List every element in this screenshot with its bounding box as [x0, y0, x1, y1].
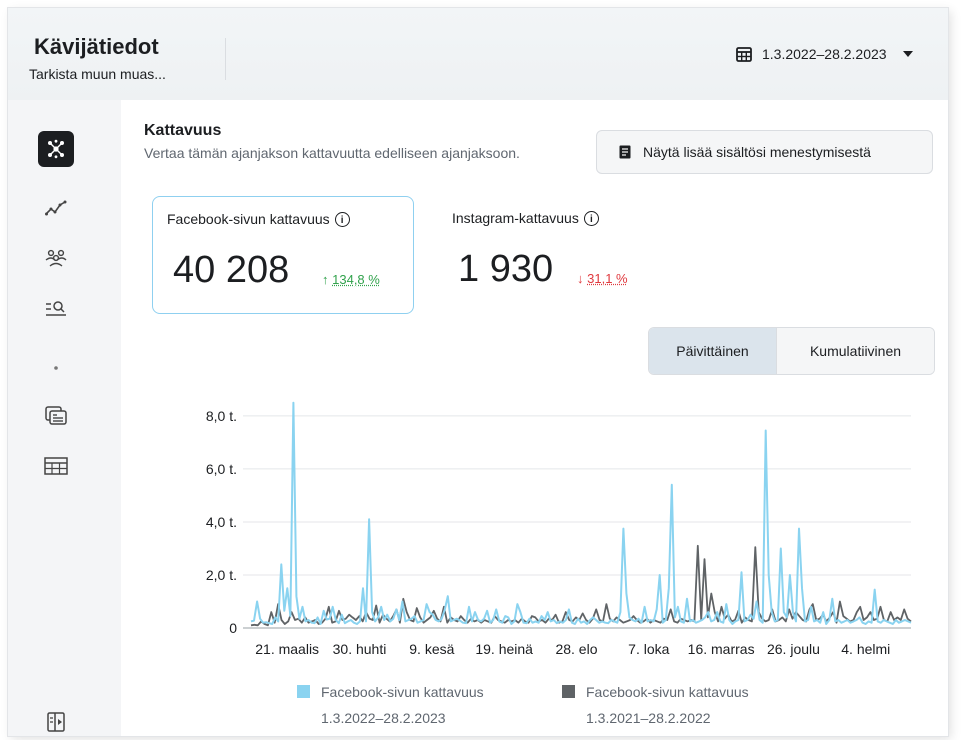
metric-label-row: Facebook-sivun kattavuus i	[167, 211, 350, 227]
show-more-button[interactable]: Näytä lisää sisältösi menestymisestä	[596, 130, 933, 174]
metric-value: 1 930	[458, 248, 554, 290]
metric-value: 40 208	[173, 249, 290, 291]
dot-icon	[54, 366, 58, 370]
x-tick-label: 7. loka	[628, 641, 669, 657]
section-title: Kattavuus	[144, 122, 222, 139]
legend-label: Facebook-sivun kattavuus	[321, 684, 484, 700]
trend-line-icon	[45, 200, 67, 216]
x-tick-label: 26. joulu	[767, 641, 820, 657]
sidebar-item-more[interactable]	[38, 350, 74, 386]
metric-delta: ↑ 134,8 %	[322, 272, 380, 287]
sidebar-item-audience[interactable]	[38, 240, 74, 276]
metric-label-row: Instagram-kattavuus i	[452, 210, 599, 226]
y-tick-label: 0	[229, 620, 237, 636]
content-cards-icon	[45, 406, 67, 425]
x-tick-label: 4. helmi	[841, 641, 890, 657]
metric-card-facebook[interactable]: Facebook-sivun kattavuus i 40 208 ↑ 134,…	[152, 196, 414, 314]
metric-label: Instagram-kattavuus	[452, 210, 579, 226]
show-more-label: Näytä lisää sisältösi menestymisestä	[643, 144, 871, 160]
legend-item-previous[interactable]: Facebook-sivun kattavuus 1.3.2021–28.2.2…	[562, 684, 749, 726]
sidebar-collapse-button[interactable]	[38, 704, 74, 736]
x-tick-label: 21. maalis	[255, 641, 319, 657]
arrow-up-icon: ↑	[322, 272, 329, 287]
sidebar-item-table[interactable]	[38, 448, 74, 484]
sidebar-item-overview[interactable]	[38, 131, 74, 167]
metric-delta: ↓ 31,1 %	[577, 271, 628, 286]
page-header: Kävijätiedot Tarkista muun muas... 1.3.2…	[8, 8, 948, 100]
sidebar-item-content[interactable]	[38, 398, 74, 434]
series-line-current[interactable]	[250, 401, 912, 625]
legend-item-current[interactable]: Facebook-sivun kattavuus 1.3.2022–28.2.2…	[297, 684, 484, 726]
x-tick-label: 19. heinä	[475, 641, 533, 657]
legend-swatch	[562, 685, 575, 698]
search-list-icon	[46, 301, 66, 316]
caret-down-icon	[902, 51, 913, 57]
y-tick-label: 8,0 t.	[206, 408, 237, 424]
sidebar-item-search-insights[interactable]	[38, 290, 74, 326]
date-range-picker[interactable]: 1.3.2022–28.2.2023	[736, 46, 913, 62]
metric-label: Facebook-sivun kattavuus	[167, 211, 330, 227]
info-icon[interactable]: i	[583, 210, 599, 226]
legend-label: Facebook-sivun kattavuus	[586, 684, 749, 700]
metric-delta-value: 31,1 %	[587, 271, 628, 286]
sidebar-item-trends[interactable]	[38, 190, 74, 226]
x-tick-label: 9. kesä	[409, 641, 454, 657]
x-tick-label: 28. elo	[555, 641, 597, 657]
sidebar	[8, 100, 121, 736]
document-icon	[619, 145, 631, 159]
app-window: Kävijätiedot Tarkista muun muas... 1.3.2…	[8, 8, 948, 736]
people-group-icon	[45, 249, 67, 267]
header-divider	[225, 38, 226, 80]
legend-period: 1.3.2022–28.2.2023	[321, 710, 446, 726]
collapse-panel-icon	[47, 712, 65, 732]
page-subtitle: Tarkista muun muas...	[29, 66, 166, 82]
table-icon	[44, 457, 68, 475]
info-icon[interactable]: i	[334, 211, 350, 227]
metric-delta-value: 134,8 %	[332, 272, 380, 287]
section-description: Vertaa tämän ajanjakson kattavuutta edel…	[144, 145, 520, 161]
chart-mode-toggle: Päivittäinen Kumulatiivinen	[648, 327, 935, 375]
date-range-label: 1.3.2022–28.2.2023	[762, 46, 887, 62]
arrow-down-icon: ↓	[577, 271, 584, 286]
legend-swatch	[297, 685, 310, 698]
y-tick-label: 4,0 t.	[206, 514, 237, 530]
x-tick-label: 30. huhti	[333, 641, 387, 657]
y-tick-label: 2,0 t.	[206, 567, 237, 583]
page-title: Kävijätiedot	[34, 34, 159, 59]
toggle-daily[interactable]: Päivittäinen	[649, 328, 776, 374]
y-tick-label: 6,0 t.	[206, 461, 237, 477]
legend-period: 1.3.2021–28.2.2022	[586, 710, 711, 726]
calendar-icon	[736, 47, 752, 62]
x-tick-label: 16. marras	[688, 641, 755, 657]
metric-card-instagram[interactable]: Instagram-kattavuus i 1 930 ↓ 31,1 %	[438, 196, 678, 314]
main-content: Kattavuus Vertaa tämän ajanjakson kattav…	[121, 100, 948, 736]
toggle-cumulative[interactable]: Kumulatiivinen	[776, 328, 934, 374]
network-icon	[48, 139, 64, 159]
reach-line-chart: 0 2,0 t. 4,0 t. 6,0 t. 8,0 t. 21. maalis 30. h…	[206, 401, 912, 657]
